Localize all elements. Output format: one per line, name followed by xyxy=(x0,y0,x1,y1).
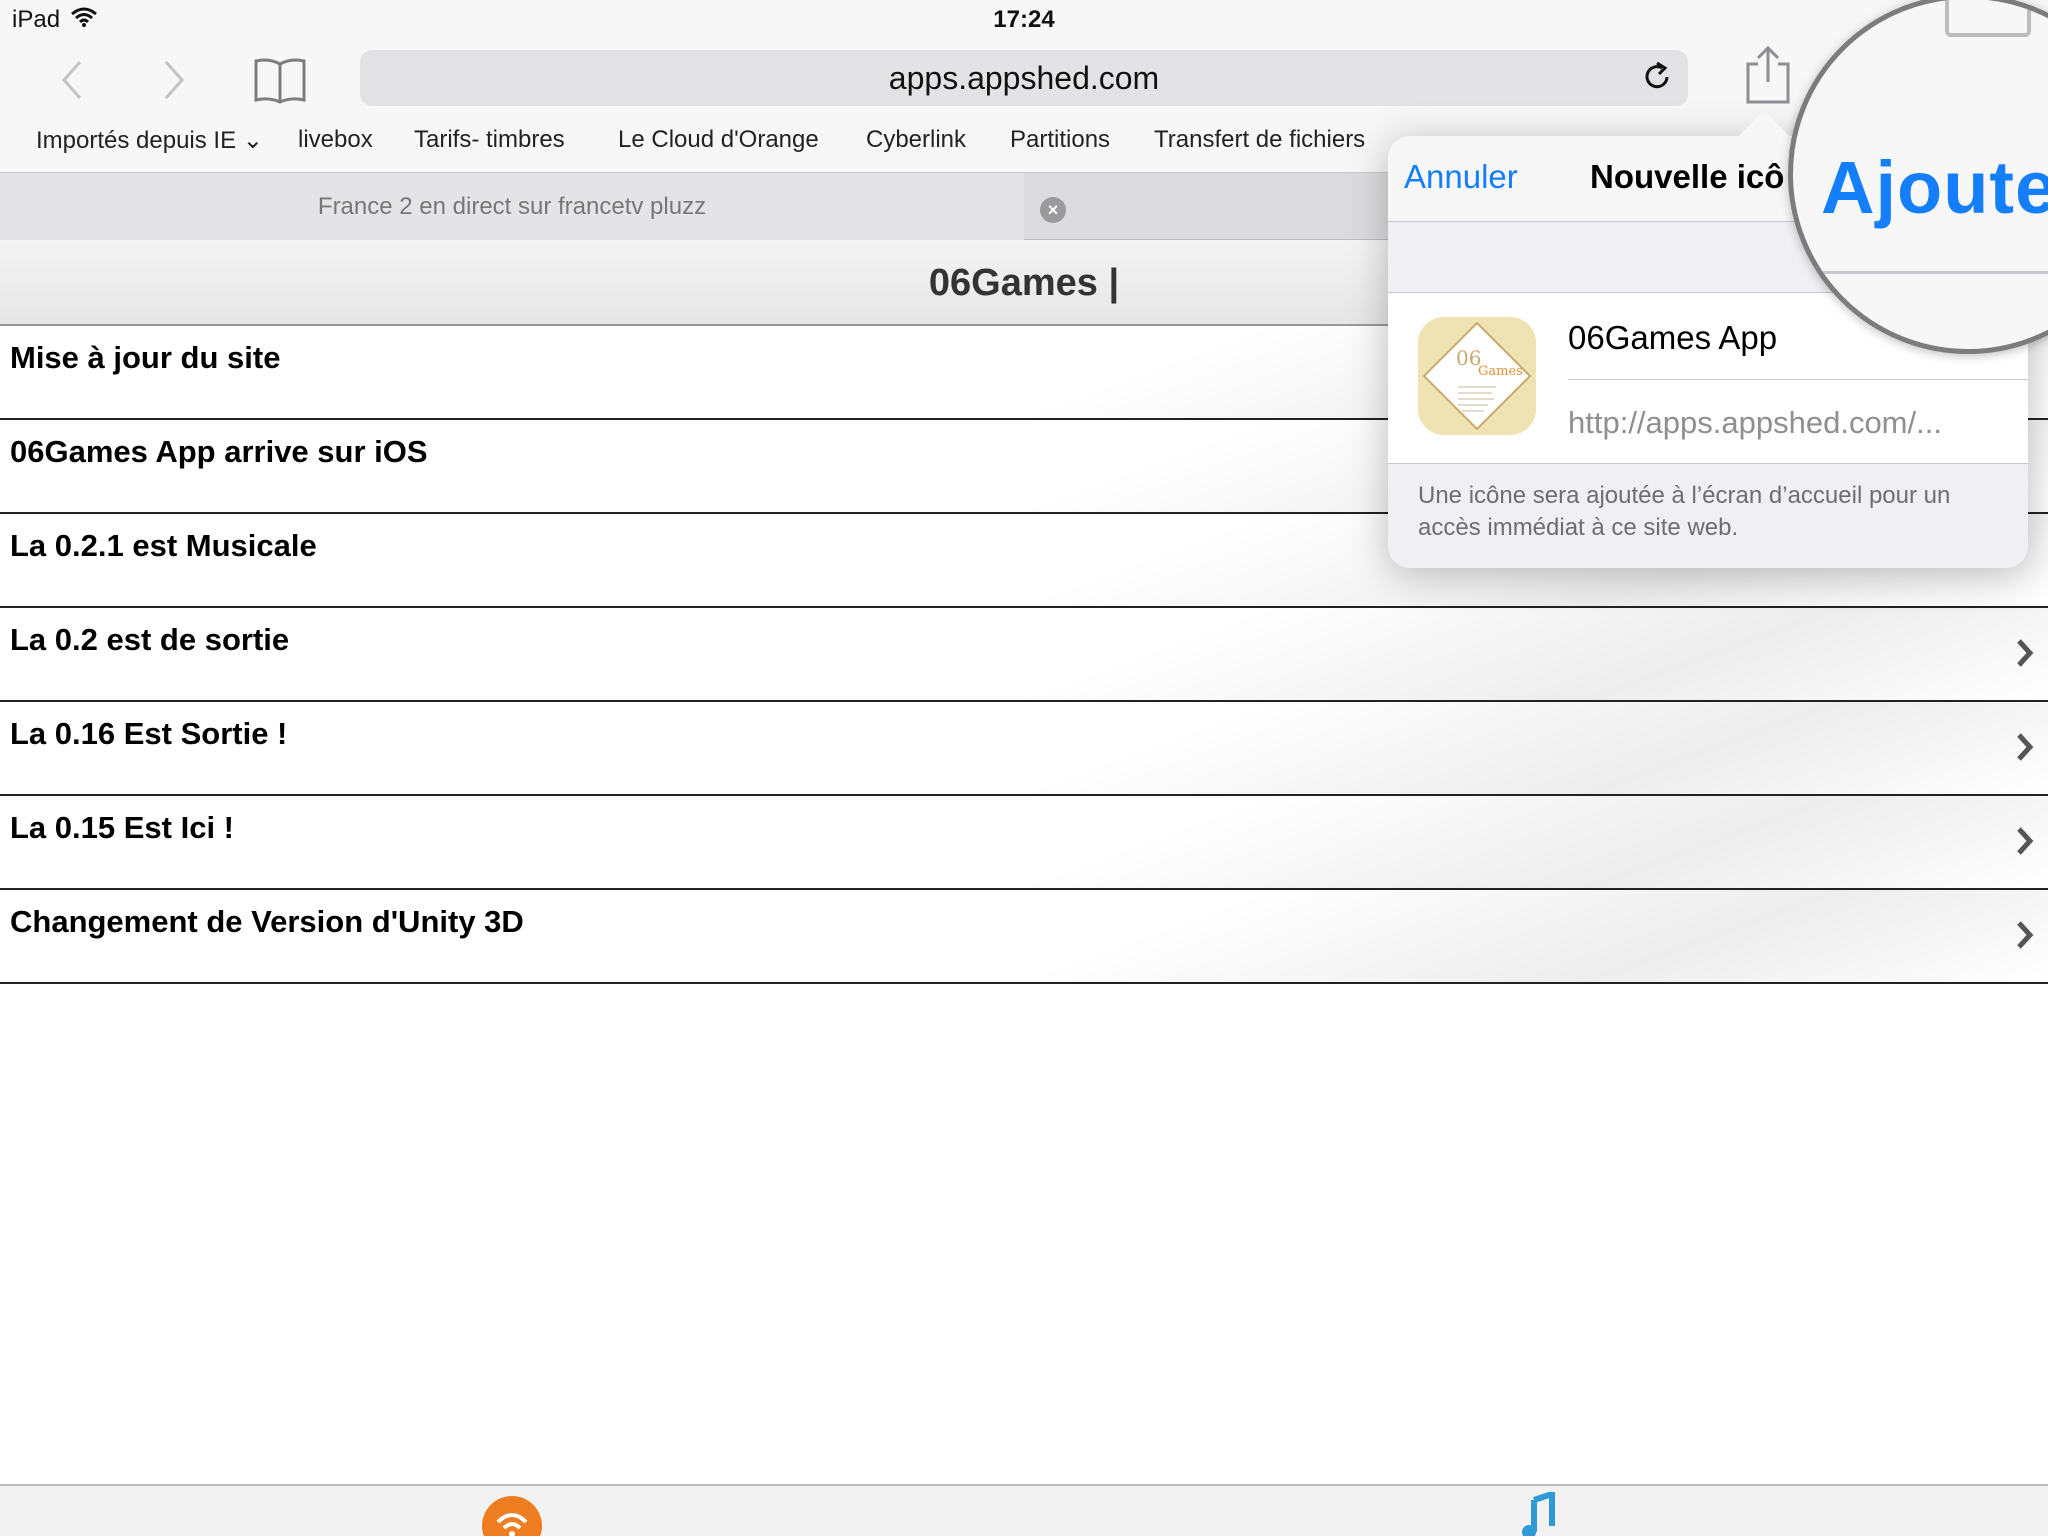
chevron-right-icon xyxy=(2016,638,2034,673)
status-bar: iPad 17:24 xyxy=(0,0,2048,42)
divider xyxy=(1568,379,2028,380)
list-item[interactable]: La 0.15 Est Ici ! xyxy=(0,796,2048,890)
list-item-label: La 0.15 Est Ici ! xyxy=(10,810,234,845)
list-item-label: La 0.16 Est Sortie ! xyxy=(10,716,288,751)
address-bar[interactable]: apps.appshed.com xyxy=(360,50,1688,106)
url-text: apps.appshed.com xyxy=(888,60,1160,96)
svg-text:Games: Games xyxy=(1478,364,1523,379)
bookmark-transfert-fichiers[interactable]: Transfert de fichiers xyxy=(1154,126,1365,154)
app-name-field[interactable]: 06Games App xyxy=(1568,319,1777,357)
back-icon[interactable] xyxy=(42,50,102,110)
bookmark-cloud-orange[interactable]: Le Cloud d'Orange xyxy=(618,126,819,154)
add-button[interactable]: Ajouter xyxy=(1821,145,2048,230)
popover-footer-text: Une icône sera ajoutée à l’écran d’accue… xyxy=(1418,482,1951,541)
bookmark-folder-ie[interactable]: Importés depuis IE ⌄ xyxy=(36,126,263,155)
bookmark-partitions[interactable]: Partitions xyxy=(1010,126,1110,154)
app-icon: 06 Games xyxy=(1418,317,1536,435)
bookmark-tarifs-timbres[interactable]: Tarifs- timbres xyxy=(414,126,565,154)
bookmarks-icon[interactable] xyxy=(250,50,310,110)
chevron-right-icon xyxy=(2016,732,2034,767)
bookmark-cyberlink[interactable]: Cyberlink xyxy=(866,126,966,154)
reload-icon[interactable] xyxy=(1640,60,1674,99)
cancel-button[interactable]: Annuler xyxy=(1404,158,1518,196)
tabs-icon xyxy=(1945,0,2031,37)
list-item[interactable]: La 0.2 est de sortie xyxy=(0,608,2048,702)
app-url-field: http://apps.appshed.com/... xyxy=(1568,405,1942,440)
close-icon[interactable]: × xyxy=(1040,197,1066,223)
list-item-label: La 0.2.1 est Musicale xyxy=(10,528,317,563)
share-icon[interactable] xyxy=(1738,44,1798,111)
list-item-label: 06Games App arrive sur iOS xyxy=(10,434,428,469)
chevron-right-icon xyxy=(2016,920,2034,955)
list-item-label: Mise à jour du site xyxy=(10,340,281,375)
tab-francetv[interactable]: France 2 en direct sur francetv pluzz xyxy=(0,173,1024,240)
divider xyxy=(1823,271,2048,274)
clock: 17:24 xyxy=(993,6,1055,33)
popover-title: Nouvelle icô xyxy=(1590,158,1785,195)
list-item[interactable]: La 0.16 Est Sortie ! xyxy=(0,702,2048,796)
app-tab-bar xyxy=(0,1484,2048,1536)
bookmark-livebox[interactable]: livebox xyxy=(298,126,373,154)
tab-title: France 2 en direct sur francetv pluzz xyxy=(317,193,707,220)
list-item[interactable]: Changement de Version d'Unity 3D xyxy=(0,890,2048,984)
list-item-label: Changement de Version d'Unity 3D xyxy=(10,904,524,939)
music-icon[interactable] xyxy=(1520,1489,1556,1536)
chevron-down-icon: ⌄ xyxy=(242,127,263,154)
list-item-label: La 0.2 est de sortie xyxy=(10,622,290,657)
chevron-right-icon xyxy=(2016,826,2034,861)
rss-icon[interactable] xyxy=(482,1496,542,1536)
forward-icon[interactable] xyxy=(144,50,204,110)
